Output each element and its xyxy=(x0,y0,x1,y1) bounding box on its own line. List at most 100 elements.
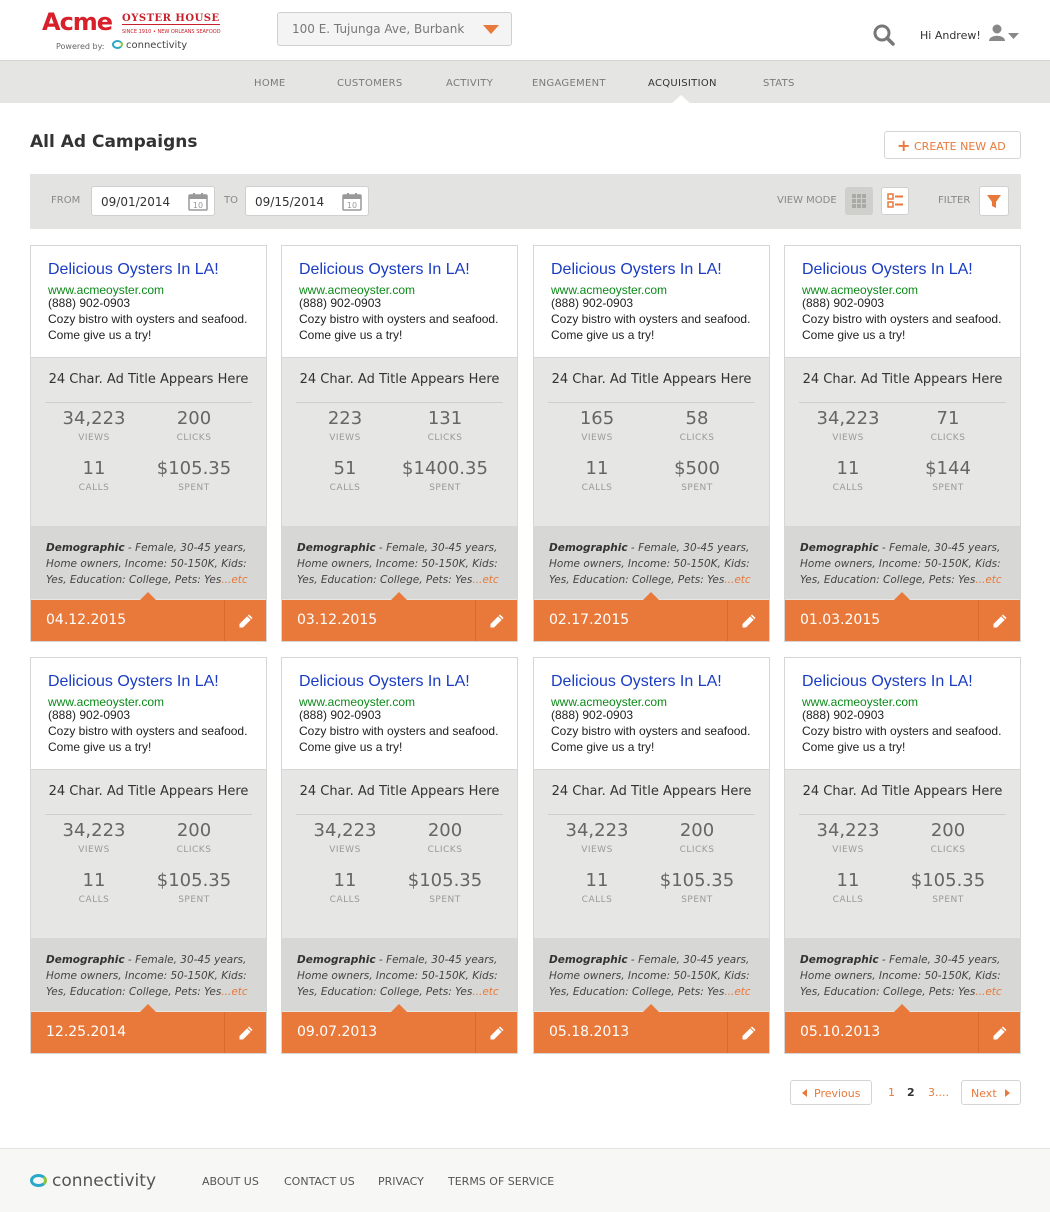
campaign-card[interactable]: Delicious Oysters In LA! www.acmeoyster.… xyxy=(784,245,1021,642)
pointer-arrow xyxy=(140,1004,156,1012)
ad-phone: (888) 902-0903 xyxy=(299,296,382,310)
edit-button[interactable] xyxy=(475,600,517,641)
nav-customers[interactable]: CUSTOMERS xyxy=(337,78,403,89)
location-select[interactable]: 100 E. Tujunga Ave, Burbank xyxy=(277,12,512,46)
funnel-icon xyxy=(987,195,1001,208)
filter-button[interactable] xyxy=(979,186,1009,216)
nav-home[interactable]: HOME xyxy=(254,78,286,89)
clicks-label: CLICKS xyxy=(176,845,212,855)
footer-link-about[interactable]: ABOUT US xyxy=(202,1175,259,1188)
page-2[interactable]: 2 xyxy=(907,1086,915,1099)
nav-engagement[interactable]: ENGAGEMENT xyxy=(532,78,606,89)
views-label: VIEWS xyxy=(581,845,613,855)
campaign-card[interactable]: Delicious Oysters In LA! www.acmeoyster.… xyxy=(281,245,518,642)
edit-button[interactable] xyxy=(978,1012,1020,1053)
calls-label: CALLS xyxy=(581,483,613,493)
previous-page-button[interactable]: Previous xyxy=(790,1080,872,1105)
edit-button[interactable] xyxy=(475,1012,517,1053)
clicks-label: CLICKS xyxy=(679,845,715,855)
nav-acquisition[interactable]: ACQUISITION xyxy=(648,78,717,89)
nav-stats[interactable]: STATS xyxy=(763,78,795,89)
ad-preview[interactable]: Delicious Oysters In LA! www.acmeoyster.… xyxy=(31,658,266,770)
campaign-card[interactable]: Delicious Oysters In LA! www.acmeoyster.… xyxy=(784,657,1021,1054)
calls-value: 51 xyxy=(333,458,357,479)
ad-preview[interactable]: Delicious Oysters In LA! www.acmeoyster.… xyxy=(785,658,1020,770)
clicks-value: 200 xyxy=(679,820,715,841)
footer-logo[interactable]: connectivity xyxy=(30,1171,156,1191)
connectivity-swirl-icon xyxy=(112,40,123,49)
ad-url: www.acmeoyster.com xyxy=(48,695,165,709)
clicks-value: 131 xyxy=(427,408,463,429)
connectivity-swirl-icon xyxy=(30,1174,47,1187)
demographic-more[interactable]: ...etc xyxy=(724,574,750,586)
demographic-more[interactable]: ...etc xyxy=(221,986,247,998)
demographic-more[interactable]: ...etc xyxy=(221,574,247,586)
views-label: VIEWS xyxy=(329,433,361,443)
demographic-label: Demographic xyxy=(549,954,628,966)
user-menu-icon[interactable] xyxy=(988,24,1020,44)
ad-url: www.acmeoyster.com xyxy=(802,283,919,297)
demographic-more[interactable]: ...etc xyxy=(724,986,750,998)
to-date-field[interactable]: 09/15/2014 10 xyxy=(245,186,369,216)
page-3[interactable]: 3.... xyxy=(928,1086,949,1099)
ad-description: Cozy bistro with oysters and seafood. Co… xyxy=(48,312,248,342)
clicks-label: CLICKS xyxy=(930,845,966,855)
campaign-card[interactable]: Delicious Oysters In LA! www.acmeoyster.… xyxy=(533,245,770,642)
brand-logo[interactable]: Acme OYSTER HOUSE SINCE 1910 • NEW ORLEA… xyxy=(42,8,221,54)
footer-link-terms[interactable]: TERMS OF SERVICE xyxy=(448,1175,554,1188)
ad-preview[interactable]: Delicious Oysters In LA! www.acmeoyster.… xyxy=(534,658,769,770)
calendar-icon[interactable]: 10 xyxy=(188,192,208,211)
ad-preview[interactable]: Delicious Oysters In LA! www.acmeoyster.… xyxy=(31,246,266,358)
demographic-more[interactable]: ...etc xyxy=(472,986,498,998)
spent-value: $1400.35 xyxy=(402,458,488,479)
edit-button[interactable] xyxy=(224,1012,266,1053)
next-page-button[interactable]: Next xyxy=(961,1080,1021,1105)
ad-phone: (888) 902-0903 xyxy=(551,296,634,310)
demographic-more[interactable]: ...etc xyxy=(975,986,1001,998)
ad-preview[interactable]: Delicious Oysters In LA! www.acmeoyster.… xyxy=(534,246,769,358)
search-icon[interactable] xyxy=(873,24,895,46)
pointer-arrow xyxy=(643,592,659,600)
ad-title: 24 Char. Ad Title Appears Here xyxy=(551,372,752,387)
demographic-text: Demographic - Female, 30-45 years, Home … xyxy=(46,542,248,586)
views-label: VIEWS xyxy=(78,433,110,443)
app-header: Acme OYSTER HOUSE SINCE 1910 • NEW ORLEA… xyxy=(0,0,1050,60)
campaign-card[interactable]: Delicious Oysters In LA! www.acmeoyster.… xyxy=(281,657,518,1054)
ad-headline: Delicious Oysters In LA! xyxy=(299,673,470,690)
demographic-label: Demographic xyxy=(800,542,879,554)
clicks-label: CLICKS xyxy=(427,845,463,855)
demographic-more[interactable]: ...etc xyxy=(975,574,1001,586)
edit-button[interactable] xyxy=(727,1012,769,1053)
calls-label: CALLS xyxy=(78,895,110,905)
campaign-card[interactable]: Delicious Oysters In LA! www.acmeoyster.… xyxy=(30,245,267,642)
edit-button[interactable] xyxy=(224,600,266,641)
footer-link-privacy[interactable]: PRIVACY xyxy=(378,1175,424,1188)
campaign-card[interactable]: Delicious Oysters In LA! www.acmeoyster.… xyxy=(533,657,770,1054)
ad-preview[interactable]: Delicious Oysters In LA! www.acmeoyster.… xyxy=(785,246,1020,358)
create-new-ad-button[interactable]: + CREATE NEW AD xyxy=(884,131,1021,159)
calls-value: 11 xyxy=(333,870,357,891)
ad-phone: (888) 902-0903 xyxy=(551,708,634,722)
demographic-text: Demographic - Female, 30-45 years, Home … xyxy=(549,542,751,586)
grid-view-button[interactable] xyxy=(845,187,873,215)
page-1[interactable]: 1 xyxy=(888,1086,895,1099)
from-date-field[interactable]: 09/01/2014 10 xyxy=(91,186,215,216)
spent-value: $500 xyxy=(674,458,720,479)
pencil-icon xyxy=(490,614,504,628)
campaign-card[interactable]: Delicious Oysters In LA! www.acmeoyster.… xyxy=(30,657,267,1054)
edit-button[interactable] xyxy=(727,600,769,641)
ad-preview[interactable]: Delicious Oysters In LA! www.acmeoyster.… xyxy=(282,246,517,358)
divider xyxy=(45,814,252,815)
demographic-panel: Demographic - Female, 30-45 years, Home … xyxy=(282,526,517,599)
demographic-label: Demographic xyxy=(46,954,125,966)
demographic-more[interactable]: ...etc xyxy=(472,574,498,586)
calendar-icon[interactable]: 10 xyxy=(342,192,362,211)
footer-link-contact[interactable]: CONTACT US xyxy=(284,1175,355,1188)
spent-value: $105.35 xyxy=(156,458,232,479)
list-view-button[interactable] xyxy=(881,187,909,215)
ad-preview[interactable]: Delicious Oysters In LA! www.acmeoyster.… xyxy=(282,658,517,770)
ad-phone: (888) 902-0903 xyxy=(802,708,885,722)
nav-activity[interactable]: ACTIVITY xyxy=(446,78,493,89)
campaign-date: 01.03.2015 xyxy=(800,612,881,628)
edit-button[interactable] xyxy=(978,600,1020,641)
